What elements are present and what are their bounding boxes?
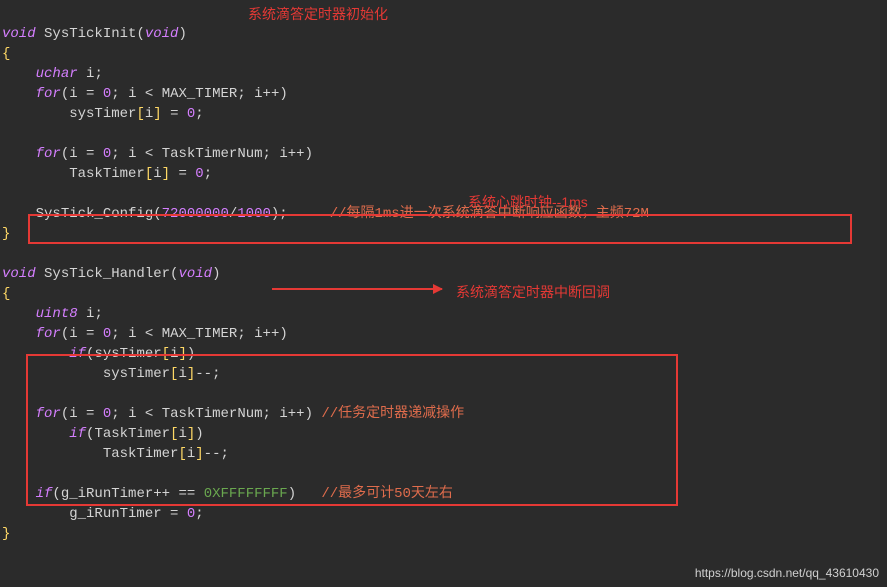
arrow-icon [272,288,442,290]
annotation-handler: 系统滴答定时器中断回调 [456,282,610,302]
annotation-heartbeat: 系统心跳时钟--1ms [468,192,588,212]
annotation-init: 系统滴答定时器初始化 [248,4,388,24]
code-block: void SysTickInit(void) { uchar i; for(i … [0,0,887,548]
watermark: https://blog.csdn.net/qq_43610430 [695,563,879,583]
